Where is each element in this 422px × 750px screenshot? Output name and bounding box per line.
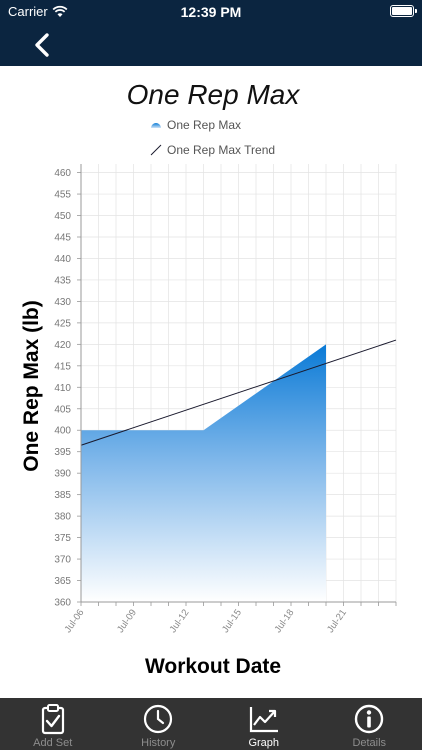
y-axis-title: One Rep Max (lb) <box>20 300 43 472</box>
y-tick-label: 385 <box>54 490 71 501</box>
back-button[interactable] <box>28 30 58 60</box>
x-tick-label: Jul-18 <box>273 607 297 635</box>
y-tick-label: 400 <box>54 426 71 437</box>
y-tick-label: 445 <box>54 233 71 244</box>
legend: One Rep Max One Rep Max Trend <box>150 118 275 157</box>
x-tick-label: Jul-15 <box>220 607 244 635</box>
y-tick-label: 415 <box>54 361 71 372</box>
legend-label-one-rep-max: One Rep Max <box>167 118 241 132</box>
tab-graph[interactable]: Graph <box>211 698 317 750</box>
x-tick-label: Jul-09 <box>115 607 139 635</box>
x-tick-label: Jul-21 <box>325 607 349 635</box>
y-tick-label: 430 <box>54 297 71 308</box>
tab-label-graph: Graph <box>248 737 280 749</box>
legend-label-trend: One Rep Max Trend <box>167 143 275 157</box>
x-axis-title: Workout Date <box>145 655 281 678</box>
status-bar: Carrier 12:39 PM <box>0 0 422 24</box>
y-tick-label: 440 <box>54 254 71 265</box>
one-rep-max-chart: One Rep Max One Rep Max One Rep Max Tren… <box>0 66 422 698</box>
y-tick-label: 450 <box>54 211 71 222</box>
y-tick-label: 395 <box>54 447 71 458</box>
y-tick-label: 420 <box>54 340 71 351</box>
x-tick-label: Jul-06 <box>63 607 87 635</box>
y-tick-label: 360 <box>54 598 71 609</box>
y-tick-label: 435 <box>54 275 71 286</box>
clipboard-check-icon <box>41 704 64 735</box>
tab-history[interactable]: History <box>106 698 212 750</box>
y-tick-label: 365 <box>54 576 71 587</box>
tab-label-details: Details <box>352 737 387 749</box>
y-tick-label: 460 <box>54 168 71 179</box>
y-tick-label: 390 <box>54 469 71 480</box>
y-tick-label: 425 <box>54 318 71 329</box>
y-tick-label: 455 <box>54 190 71 201</box>
tab-bar: Add Set History Graph Details <box>0 698 422 750</box>
clock-icon <box>144 704 173 734</box>
tab-label-add-set: Add Set <box>33 737 73 749</box>
x-tick-label: Jul-12 <box>168 607 192 635</box>
info-icon <box>355 704 384 734</box>
y-tick-label: 375 <box>54 533 71 544</box>
line-chart-icon <box>249 707 278 733</box>
navigation-bar <box>0 24 422 66</box>
tab-details[interactable]: Details <box>317 698 422 750</box>
legend-swatch-trend <box>150 144 162 156</box>
tab-label-history: History <box>141 737 176 749</box>
y-tick-label: 370 <box>54 555 71 566</box>
y-tick-label: 380 <box>54 512 71 523</box>
y-tick-label: 405 <box>54 404 71 415</box>
y-tick-label: 410 <box>54 383 71 394</box>
chart-title: One Rep Max <box>127 79 301 110</box>
clock-time: 12:39 PM <box>180 4 242 20</box>
chevron-left-icon <box>35 33 49 57</box>
legend-swatch-one-rep-max <box>151 123 161 128</box>
battery-icon <box>390 5 417 17</box>
tab-add-set[interactable]: Add Set <box>0 698 106 750</box>
